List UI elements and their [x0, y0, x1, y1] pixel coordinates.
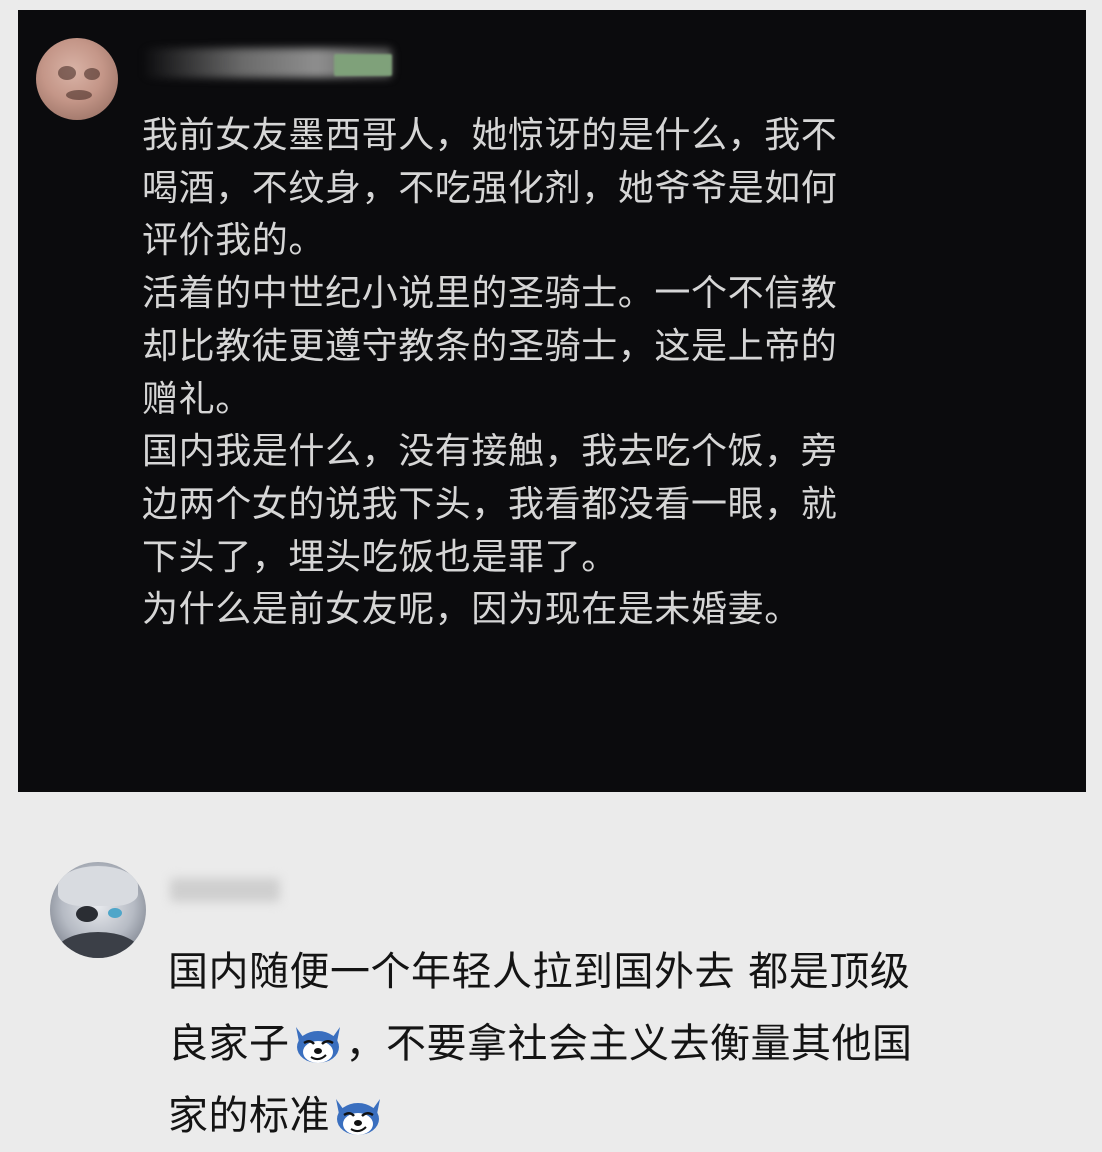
post-line: 边两个女的说我下头，我看都没看一眼，就 — [142, 483, 838, 525]
comment-line: 家的标准 — [168, 1080, 1068, 1152]
commenter-avatar[interactable] — [50, 862, 146, 958]
post-line: 活着的中世纪小说里的圣骑士。一个不信教 — [142, 273, 838, 315]
post-line: 却比教徒更遵守教条的圣骑士，这是上帝的 — [142, 325, 838, 367]
husky-smirk-icon — [336, 1099, 380, 1135]
comment-body: 国内随便一个年轻人拉到国外去 都是顶级 良家子 ，不要拿社会主义去衡量其他国 家… — [168, 936, 1068, 1152]
post-line: 喝酒，不纹身，不吃强化剂，她爷爷是如何 — [142, 167, 838, 209]
post-author-badge — [334, 54, 392, 76]
post-line: 下头了，埋头吃饭也是罪了。 — [142, 536, 618, 578]
post-line: 我前女友墨西哥人，她惊讶的是什么，我不 — [142, 115, 838, 156]
quoted-post-screenshot: 我前女友墨西哥人，她惊讶的是什么，我不 喝酒，不纹身，不吃强化剂，她爷爷是如何 … — [18, 10, 1086, 792]
post-line: 为什么是前女友呢，因为现在是未婚妻。 — [142, 589, 801, 631]
post-line: 国内我是什么，没有接触，我去吃个饭，旁 — [142, 431, 838, 473]
post-body: 我前女友墨西哥人，她惊讶的是什么，我不 喝酒，不纹身，不吃强化剂，她爷爷是如何 … — [142, 110, 1062, 637]
commenter-name-redacted[interactable] — [170, 878, 280, 902]
comment-line: 良家子 ，不要拿社会主义去衡量其他国 — [168, 1021, 913, 1067]
post-line: 赠礼。 — [142, 378, 252, 420]
post-line: 评价我的。 — [142, 220, 326, 262]
post-author-avatar[interactable] — [36, 38, 118, 120]
husky-smirk-icon — [295, 1027, 340, 1063]
comment-line: 国内随便一个年轻人拉到国外去 都是顶级 — [168, 949, 911, 995]
